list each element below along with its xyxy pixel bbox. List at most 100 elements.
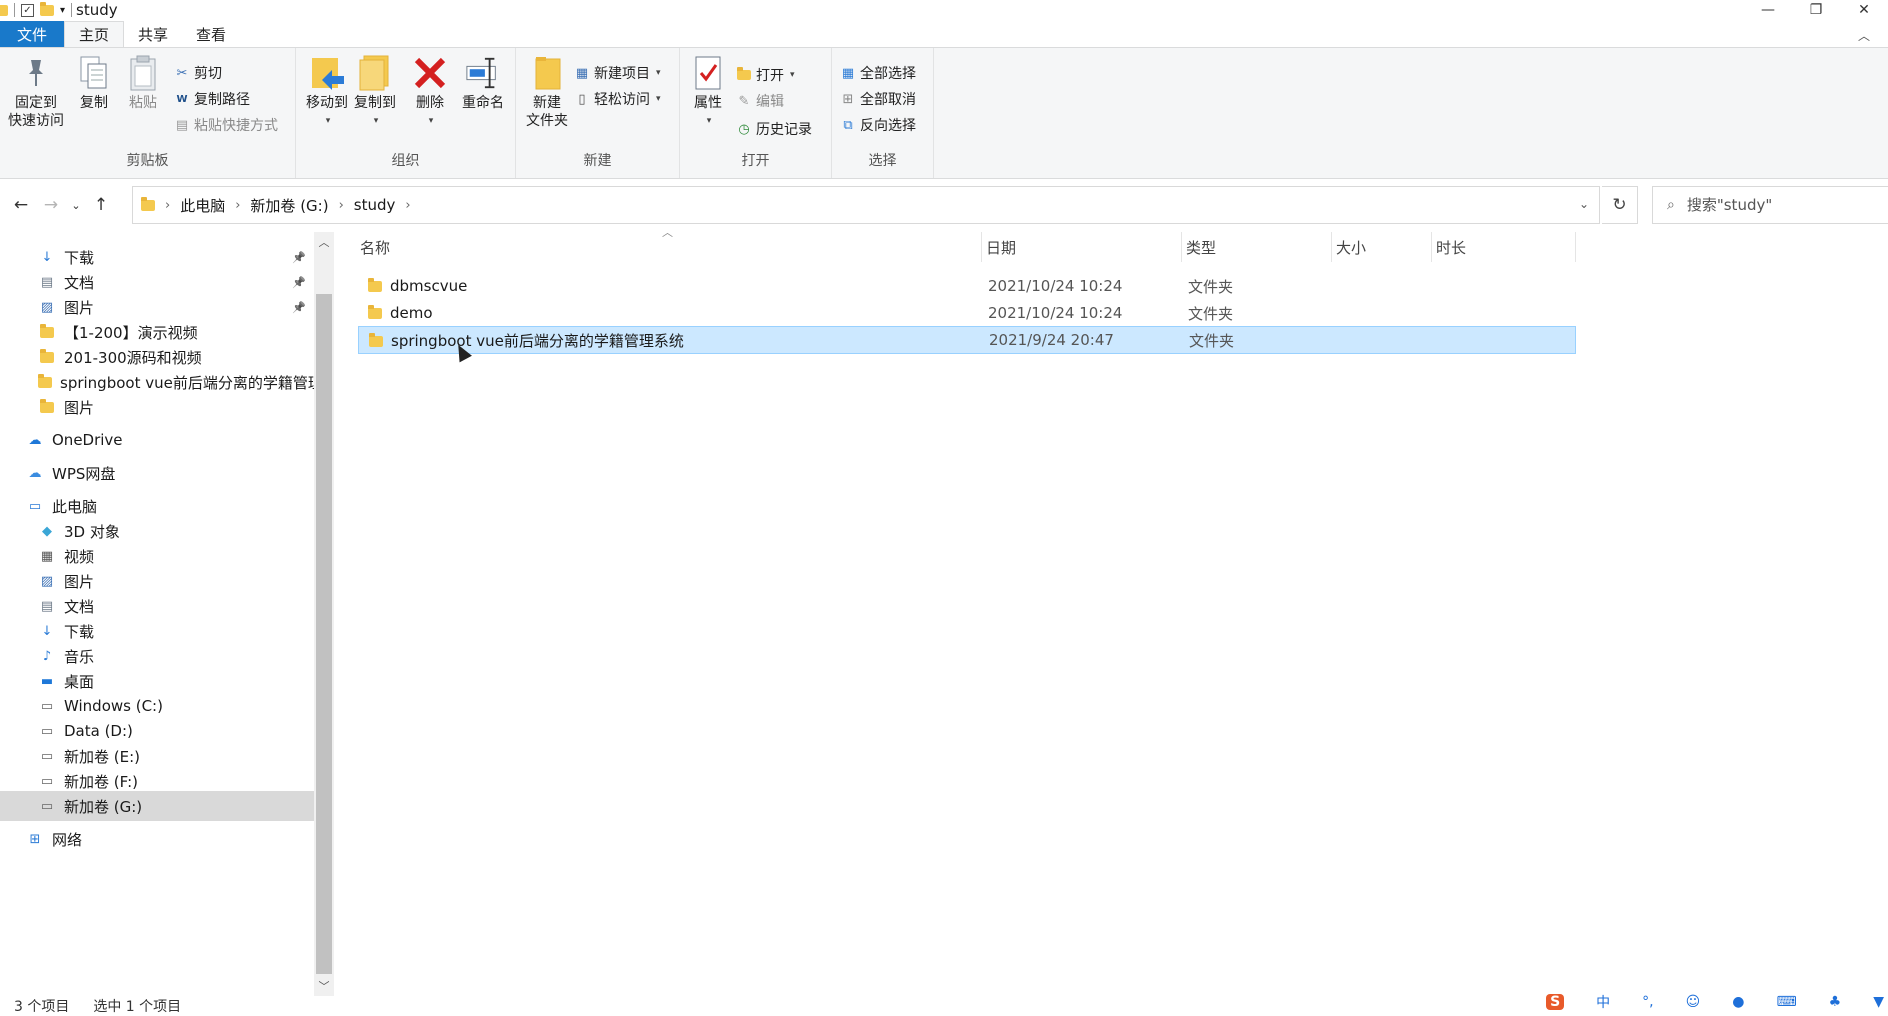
folder-icon bbox=[38, 373, 52, 390]
column-header-date[interactable]: 日期 bbox=[982, 232, 1182, 262]
properties-button[interactable]: 属性 ▾ bbox=[686, 54, 730, 130]
tab-file[interactable]: 文件 bbox=[0, 21, 64, 47]
copy-to-button[interactable]: 复制到 ▾ bbox=[350, 54, 400, 130]
nav-item[interactable]: ☁ OneDrive bbox=[0, 425, 314, 455]
ime-keyboard-icon[interactable]: ⌨ bbox=[1776, 994, 1796, 1010]
select-none-button[interactable]: ⊞ 全部取消 bbox=[840, 88, 916, 110]
copy-button[interactable]: 复制 bbox=[72, 54, 116, 112]
dropdown-caret-icon: ▾ bbox=[373, 116, 379, 126]
tab-share[interactable]: 共享 bbox=[124, 21, 182, 47]
nav-item-label: 此电脑 bbox=[52, 497, 98, 516]
file-row-selected[interactable]: springboot vue前后端分离的学籍管理系统 2021/9/24 20:… bbox=[358, 326, 1576, 354]
video-icon: ▦ bbox=[40, 548, 54, 564]
ime-language[interactable]: 中 bbox=[1596, 992, 1610, 1012]
nav-item-label: 图片 bbox=[64, 398, 95, 417]
breadcrumb-separator-icon[interactable]: › bbox=[235, 198, 240, 213]
folder-icon bbox=[368, 305, 382, 319]
invert-selection-button[interactable]: ⧉ 反向选择 bbox=[840, 114, 916, 136]
ime-skin-icon[interactable]: ♣ bbox=[1829, 994, 1842, 1010]
download-icon: ↓ bbox=[41, 623, 53, 639]
open-group-label: 打开 bbox=[741, 153, 770, 169]
easy-access-button[interactable]: ▯ 轻松访问 ▾ bbox=[574, 88, 660, 110]
breadcrumb-separator-icon[interactable]: › bbox=[165, 198, 170, 213]
delete-button[interactable]: 删除 ▾ bbox=[410, 54, 450, 130]
folder-shape bbox=[40, 323, 54, 338]
open-button[interactable]: 打开 ▾ bbox=[736, 64, 795, 86]
cut-button[interactable]: ✂ 剪切 bbox=[174, 62, 222, 84]
folder-icon bbox=[38, 323, 56, 340]
pin-icon[interactable]: 📌 bbox=[292, 251, 306, 264]
properties-check-icon[interactable]: ✓ bbox=[21, 3, 34, 17]
scroll-up-icon[interactable]: ︿ bbox=[314, 234, 334, 250]
column-header-type[interactable]: 类型 bbox=[1182, 232, 1332, 262]
tab-home[interactable]: 主页 bbox=[64, 21, 125, 47]
new-folder-icon[interactable] bbox=[40, 1, 54, 16]
rename-button[interactable]: 重命名 bbox=[456, 54, 510, 112]
tab-view[interactable]: 查看 bbox=[182, 21, 240, 47]
breadcrumb-separator-icon[interactable]: › bbox=[405, 198, 410, 213]
breadcrumb-study[interactable]: study bbox=[354, 196, 396, 214]
file-name: demo bbox=[390, 304, 433, 322]
3d-objects-icon: ◆ bbox=[42, 523, 52, 539]
close-button[interactable]: ✕ bbox=[1840, 0, 1888, 20]
recent-locations-chevron-icon[interactable]: ⌄ bbox=[66, 199, 86, 212]
copy-path-button[interactable]: W 复制路径 bbox=[174, 88, 250, 110]
new-folder-button[interactable]: 新建 文件夹 bbox=[520, 54, 574, 130]
history-button[interactable]: ◷ 历史记录 bbox=[736, 118, 812, 140]
back-arrow-icon[interactable]: ← bbox=[6, 195, 36, 215]
ime-punctuation-icon[interactable]: °, bbox=[1642, 994, 1653, 1010]
maximize-button[interactable]: ❐ bbox=[1792, 0, 1840, 20]
nav-item-label: 新加卷 (E:) bbox=[64, 747, 141, 766]
move-to-button[interactable]: 移动到 ▾ bbox=[302, 54, 352, 130]
nav-item[interactable]: ⊞ 网络 bbox=[0, 824, 314, 854]
folder-icon bbox=[38, 348, 56, 365]
title-bar: ✓ ▾ study — ❐ ✕ bbox=[0, 0, 1888, 20]
navigation-pane-scrollbar[interactable]: ︿ ﹀ bbox=[314, 232, 334, 996]
ribbon-collapse-icon[interactable]: ︿ bbox=[1858, 27, 1870, 44]
paste-shortcut-button[interactable]: ▤ 粘贴快捷方式 bbox=[174, 114, 278, 136]
column-header-size[interactable]: 大小 bbox=[1332, 232, 1432, 262]
folder-shape bbox=[38, 373, 52, 388]
address-bar[interactable]: › 此电脑 › 新加卷 (G:) › study › ⌄ bbox=[132, 186, 1600, 224]
drive-icon: ▭ bbox=[40, 798, 54, 814]
file-row[interactable]: dbmscvue 2021/10/24 10:24 文件夹 bbox=[358, 272, 1576, 300]
paste-button[interactable]: 粘贴 bbox=[120, 54, 166, 112]
address-history-dropdown-icon[interactable]: ⌄ bbox=[1579, 197, 1589, 211]
ime-toolbar[interactable]: S 中 °, ☺ ● ⌨ ♣ ▼ bbox=[1532, 992, 1884, 1012]
file-date: 2021/10/24 10:24 bbox=[988, 277, 1123, 295]
nav-item-label: OneDrive bbox=[52, 431, 123, 449]
nav-item[interactable]: 图片 bbox=[0, 392, 314, 422]
select-all-button[interactable]: ▦ 全部选择 bbox=[840, 62, 916, 84]
edit-button[interactable]: ✎ 编辑 bbox=[736, 90, 784, 112]
refresh-icon[interactable]: ↻ bbox=[1602, 186, 1638, 224]
up-arrow-icon[interactable]: ↑ bbox=[86, 195, 116, 215]
minimize-button[interactable]: — bbox=[1744, 0, 1792, 20]
search-box[interactable]: ⌕ bbox=[1652, 186, 1888, 224]
breadcrumb-this-pc[interactable]: 此电脑 bbox=[180, 195, 225, 216]
pin-to-quick-access-button[interactable]: 固定到 快速访问 bbox=[6, 54, 66, 130]
new-item-button[interactable]: ▦ 新建项目 ▾ bbox=[574, 62, 661, 84]
forward-arrow-icon[interactable]: → bbox=[36, 195, 66, 215]
ime-emoji-icon[interactable]: ☺ bbox=[1686, 994, 1701, 1010]
folder-icon bbox=[0, 4, 8, 16]
nav-item[interactable]: ▭ 新加卷 (G:) bbox=[0, 791, 314, 821]
pin-icon[interactable]: 📌 bbox=[292, 301, 306, 314]
search-input[interactable] bbox=[1686, 196, 1867, 214]
customize-toolbar-icon[interactable]: ▾ bbox=[60, 5, 65, 16]
paste-shortcut-icon: ▤ bbox=[175, 117, 189, 133]
nav-item-label: WPS网盘 bbox=[52, 464, 116, 483]
sogou-ime-icon[interactable]: S bbox=[1546, 994, 1565, 1010]
column-header-duration[interactable]: 时长 bbox=[1432, 232, 1576, 262]
nav-item[interactable]: ☁ WPS网盘 bbox=[0, 458, 314, 488]
pin-icon[interactable]: 📌 bbox=[292, 276, 306, 289]
scrollbar-thumb[interactable] bbox=[316, 294, 332, 974]
breadcrumb-drive-g[interactable]: 新加卷 (G:) bbox=[250, 195, 328, 216]
select-none-icon: ⊞ bbox=[842, 91, 854, 107]
file-row[interactable]: demo 2021/10/24 10:24 文件夹 bbox=[358, 299, 1576, 327]
scissors-icon: ✂ bbox=[176, 65, 188, 81]
breadcrumb-separator-icon[interactable]: › bbox=[339, 198, 344, 213]
column-header-name[interactable]: 名称 bbox=[356, 232, 982, 262]
scroll-down-icon[interactable]: ﹀ bbox=[314, 978, 334, 994]
ime-settings-icon[interactable]: ▼ bbox=[1873, 994, 1884, 1010]
ime-mic-icon[interactable]: ● bbox=[1732, 994, 1744, 1010]
